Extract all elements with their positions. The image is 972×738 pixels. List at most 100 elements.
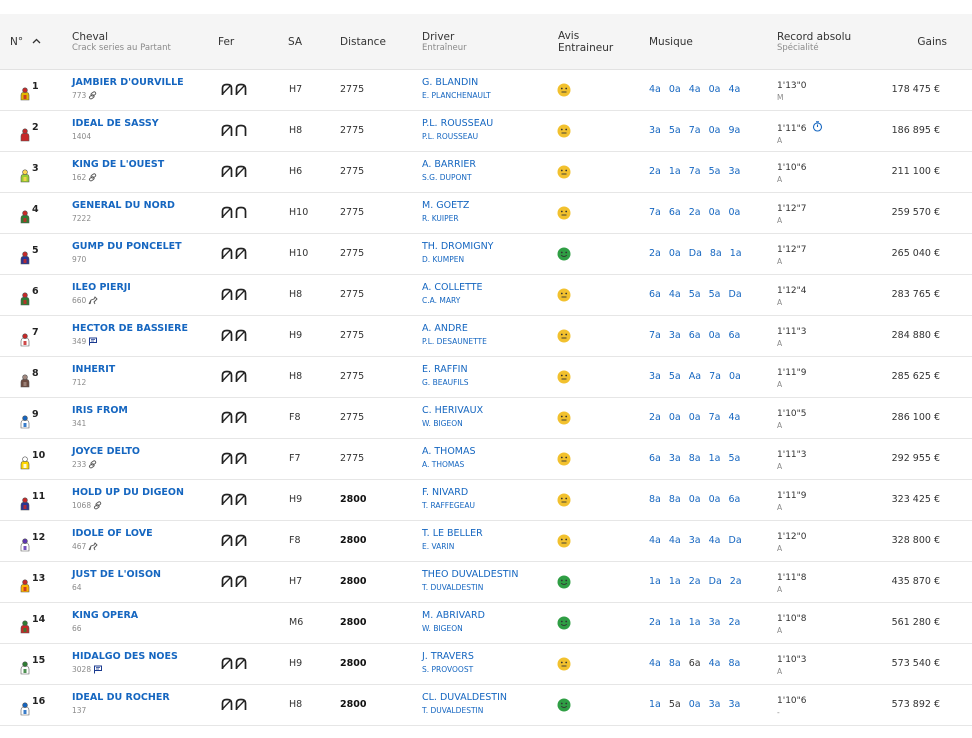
musique-result[interactable]: Da	[689, 248, 702, 259]
musique-result[interactable]: 2a	[689, 207, 701, 218]
header-num[interactable]: N°	[10, 36, 41, 48]
horse-name-link[interactable]: KING OPERA	[72, 610, 212, 622]
musique-result[interactable]: Da	[729, 289, 742, 300]
musique-result[interactable]: 5a	[689, 289, 701, 300]
driver-link[interactable]: P.L. ROUSSEAU	[422, 118, 552, 130]
table-row[interactable]: 5 GUMP DU PONCELET 970 H10 2775 TH. DROMIGNY D…	[0, 234, 972, 275]
driver-link[interactable]: A. COLLETTE	[422, 282, 552, 294]
musique-result[interactable]: 4a	[709, 535, 721, 546]
trainer-link[interactable]: E. VARIN	[422, 542, 552, 551]
musique-result[interactable]: Da	[709, 576, 722, 587]
musique-result[interactable]: 4a	[729, 84, 741, 95]
horse-name-link[interactable]: GENERAL DU NORD	[72, 200, 212, 212]
musique-result[interactable]: 0a	[709, 125, 721, 136]
musique-result[interactable]: 0a	[669, 84, 681, 95]
musique-result[interactable]: 1a	[649, 576, 661, 587]
musique-result[interactable]: 0a	[709, 494, 721, 505]
musique-result[interactable]: 1a	[669, 166, 681, 177]
musique-result[interactable]: 6a	[729, 330, 741, 341]
table-row[interactable]: 4 GENERAL DU NORD 7222 H10 2775 M. GOETZ R. KU…	[0, 193, 972, 234]
musique-result[interactable]: 8a	[710, 248, 722, 259]
musique-result[interactable]: 0a	[689, 699, 701, 710]
musique-result[interactable]: 3a	[729, 166, 741, 177]
musique-result[interactable]: 1a	[669, 576, 681, 587]
header-record[interactable]: Record absolu Spécialité	[777, 31, 851, 54]
trainer-link[interactable]: D. KUMPEN	[422, 255, 552, 264]
header-musique[interactable]: Musique	[649, 36, 693, 48]
table-row[interactable]: 8 INHERIT 712 H8 2775 E. RAFFIN G. BEAUFILS 3a 5…	[0, 357, 972, 398]
musique-result[interactable]: 0a	[709, 84, 721, 95]
musique-result[interactable]: 1a	[669, 617, 681, 628]
musique-result[interactable]: 6a	[649, 289, 661, 300]
musique-result[interactable]: 7a	[709, 371, 721, 382]
musique-result[interactable]: 6a	[669, 207, 681, 218]
table-row[interactable]: 16 IDEAL DU ROCHER 137 H8 2800 CL. DUVALDESTI…	[0, 685, 972, 726]
trainer-link[interactable]: E. PLANCHENAULT	[422, 91, 552, 100]
musique-result[interactable]: 8a	[649, 494, 661, 505]
horse-name-link[interactable]: IDOLE OF LOVE	[72, 528, 212, 540]
musique-result[interactable]: 4a	[669, 535, 681, 546]
musique-result[interactable]: 2a	[730, 576, 742, 587]
musique-result[interactable]: Da	[729, 535, 742, 546]
musique-result[interactable]: 6a	[729, 494, 741, 505]
musique-result[interactable]: 0a	[669, 412, 681, 423]
trainer-link[interactable]: S. PROVOOST	[422, 665, 552, 674]
musique-result[interactable]: 6a	[689, 330, 701, 341]
trainer-link[interactable]: G. BEAUFILS	[422, 378, 552, 387]
driver-link[interactable]: T. LE BELLER	[422, 528, 552, 540]
musique-result[interactable]: 0a	[689, 412, 701, 423]
musique-result[interactable]: 5a	[709, 289, 721, 300]
musique-result[interactable]: 5a	[669, 371, 681, 382]
driver-link[interactable]: THEO DUVALDESTIN	[422, 569, 552, 581]
horse-name-link[interactable]: JUST DE L'OISON	[72, 569, 212, 581]
musique-result[interactable]: Aa	[689, 371, 701, 382]
trainer-link[interactable]: W. BIGEON	[422, 624, 552, 633]
header-distance[interactable]: Distance	[340, 36, 386, 48]
driver-link[interactable]: A. BARRIER	[422, 159, 552, 171]
musique-result[interactable]: 4a	[709, 658, 721, 669]
table-row[interactable]: 3 KING DE L'OUEST 162 H6 2775 A. BARRIER S.G. …	[0, 152, 972, 193]
trainer-link[interactable]: P.L. DESAUNETTE	[422, 337, 552, 346]
musique-result[interactable]: 3a	[689, 535, 701, 546]
horse-name-link[interactable]: IRIS FROM	[72, 405, 212, 417]
chevron-up-icon[interactable]	[32, 38, 41, 44]
driver-link[interactable]: A. ANDRE	[422, 323, 552, 335]
musique-result[interactable]: 0a	[709, 330, 721, 341]
driver-link[interactable]: TH. DROMIGNY	[422, 241, 552, 253]
driver-link[interactable]: C. HERIVAUX	[422, 405, 552, 417]
trainer-link[interactable]: T. RAFFEGEAU	[422, 501, 552, 510]
musique-result[interactable]: 4a	[669, 289, 681, 300]
table-row[interactable]: 14 KING OPERA 66 M6 2800 M. ABRIVARD W. BIGEON…	[0, 603, 972, 644]
musique-result[interactable]: 7a	[689, 166, 701, 177]
musique-result[interactable]: 5a	[669, 699, 681, 710]
musique-result[interactable]: 0a	[729, 207, 741, 218]
table-row[interactable]: 10 JOYCE DELTO 233 F7 2775 A. THOMAS A. THOMAS…	[0, 439, 972, 480]
musique-result[interactable]: 5a	[669, 125, 681, 136]
musique-result[interactable]: 7a	[689, 125, 701, 136]
musique-result[interactable]: 4a	[649, 535, 661, 546]
musique-result[interactable]: 2a	[649, 166, 661, 177]
trainer-link[interactable]: A. THOMAS	[422, 460, 552, 469]
table-row[interactable]: 15 HIDALGO DES NOES 3028 H9 2800 J. TRAVERS S.…	[0, 644, 972, 685]
table-row[interactable]: 2 IDEAL DE SASSY 1404 H8 2775 P.L. ROUSSEAU P.…	[0, 111, 972, 152]
musique-result[interactable]: 1a	[730, 248, 742, 259]
musique-result[interactable]: 2a	[649, 248, 661, 259]
header-avis[interactable]: Avis Entraineur	[558, 30, 613, 54]
musique-result[interactable]: 0a	[729, 371, 741, 382]
trainer-link[interactable]: R. KUIPER	[422, 214, 552, 223]
musique-result[interactable]: 4a	[649, 84, 661, 95]
horse-name-link[interactable]: HOLD UP DU DIGEON	[72, 487, 212, 499]
trainer-link[interactable]: C.A. MARY	[422, 296, 552, 305]
musique-result[interactable]: 2a	[689, 576, 701, 587]
table-row[interactable]: 6 ILEO PIERJI 660 H8 2775 A. COLLETTE C.A. MAR…	[0, 275, 972, 316]
trainer-link[interactable]: P.L. ROUSSEAU	[422, 132, 552, 141]
musique-result[interactable]: 8a	[729, 658, 741, 669]
horse-name-link[interactable]: JAMBIER D'OURVILLE	[72, 77, 212, 89]
horse-name-link[interactable]: IDEAL DU ROCHER	[72, 692, 212, 704]
trainer-link[interactable]: T. DUVALDESTIN	[422, 583, 552, 592]
musique-result[interactable]: 7a	[649, 207, 661, 218]
horse-name-link[interactable]: HIDALGO DES NOES	[72, 651, 212, 663]
driver-link[interactable]: M. GOETZ	[422, 200, 552, 212]
musique-result[interactable]: 3a	[709, 699, 721, 710]
driver-link[interactable]: F. NIVARD	[422, 487, 552, 499]
